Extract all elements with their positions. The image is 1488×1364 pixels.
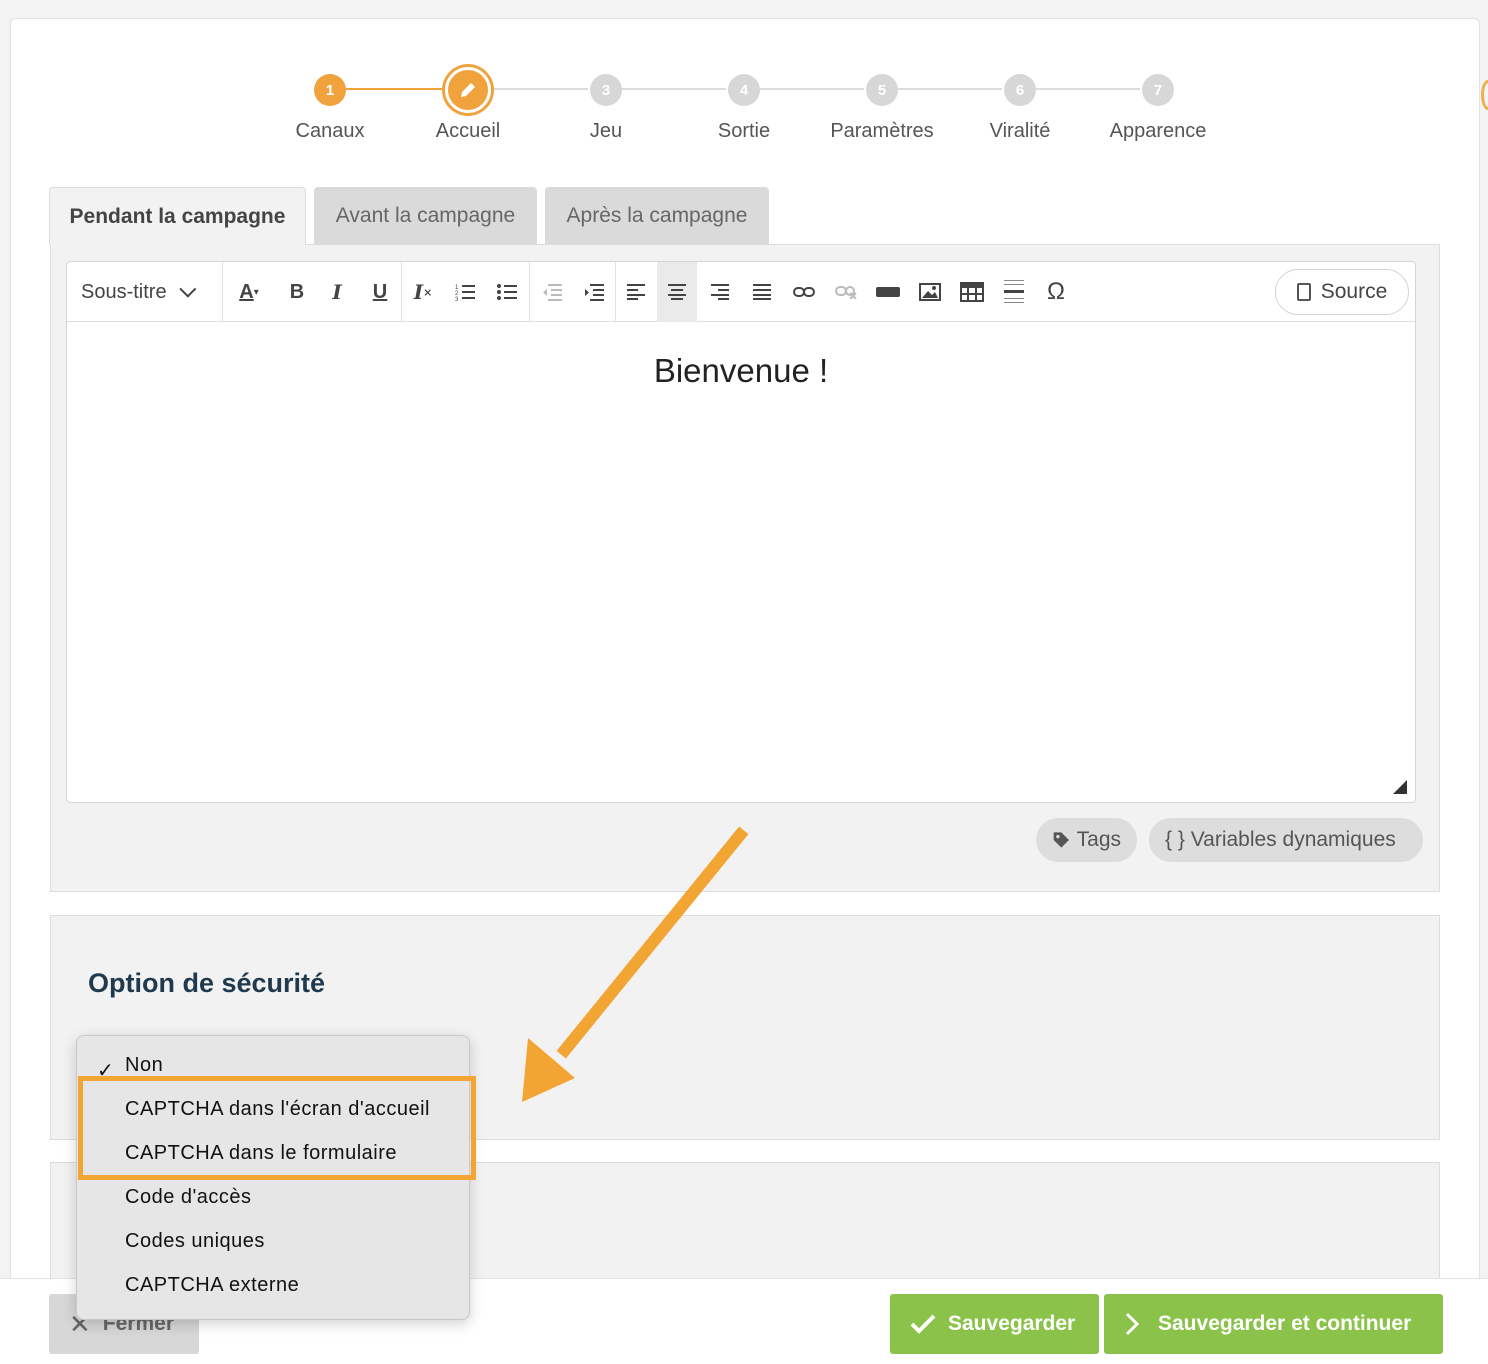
annotation-arrow <box>522 826 749 1102</box>
